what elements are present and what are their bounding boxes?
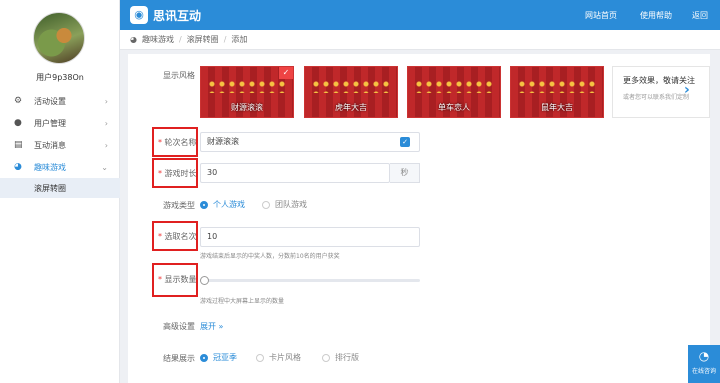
breadcrumb-item[interactable]: 滚屏转圈	[187, 34, 219, 45]
style-card[interactable]: 财源滚滚	[200, 66, 294, 118]
headset-icon: ◔	[698, 349, 710, 363]
style-label: 显示风格	[163, 71, 195, 80]
lantern-decoration	[414, 79, 494, 93]
radio-dot	[262, 200, 270, 209]
radio-dot	[200, 353, 208, 362]
radio-dot	[322, 353, 330, 362]
chevron-right-icon: ›	[104, 96, 108, 106]
radio-leaderboard[interactable]: 排行版	[322, 352, 359, 363]
home-icon[interactable]: ◕	[130, 35, 137, 44]
duration-unit: 秒	[390, 163, 420, 183]
style-card[interactable]: 鼠年大吉	[510, 66, 604, 118]
username: 用户9p38On	[36, 73, 84, 82]
sidebar-item-label: 趣味游戏	[34, 162, 66, 172]
more-desc: 或者您可以联系我们定制	[623, 94, 690, 101]
chevron-down-icon: ⌄	[101, 162, 108, 172]
message-icon: ▤	[14, 140, 23, 150]
radio-team-game[interactable]: 团队游戏	[262, 199, 307, 210]
slider-handle[interactable]	[200, 276, 209, 285]
online-consult-button[interactable]: ◔ 在线咨询	[688, 345, 720, 383]
radio-label: 个人游戏	[213, 200, 245, 209]
radio-label: 冠亚季	[213, 353, 237, 362]
breadcrumb-separator: /	[178, 35, 182, 44]
display-count-label: * 显示数量	[158, 275, 197, 284]
style-caption: 财源滚滚	[231, 103, 263, 112]
lantern-decoration	[207, 79, 287, 93]
sidebar-item-activity-settings[interactable]: ⚙ 活动设置 ›	[0, 90, 120, 112]
sidebar-item-label: 互动消息	[34, 140, 66, 150]
radio-personal-game[interactable]: 个人游戏	[200, 199, 245, 210]
help-link[interactable]: 使用帮助	[640, 10, 672, 21]
top-bar: ◉ 思讯互动 网站首页 使用帮助 返回	[120, 0, 720, 30]
sidebar-item-user-management[interactable]: ● 用户管理 ›	[0, 112, 120, 134]
sidebar-item-messages[interactable]: ▤ 互动消息 ›	[0, 134, 120, 156]
game-type-label: 游戏类型	[163, 201, 195, 210]
round-name-input[interactable]: 财源滚滚	[200, 132, 420, 152]
select-rank-input[interactable]: 10	[200, 227, 420, 247]
sidebar-subitem-scroll-circle[interactable]: 滚屏转圈	[0, 178, 120, 198]
radio-card-style[interactable]: 卡片风格	[256, 352, 301, 363]
radio-label: 卡片风格	[269, 353, 301, 362]
radio-label: 排行版	[335, 353, 359, 362]
advanced-label: 高级设置	[163, 322, 195, 331]
back-link[interactable]: 返回	[692, 10, 708, 21]
breadcrumb-separator: /	[223, 35, 227, 44]
lantern-decoration	[517, 79, 597, 93]
game-icon: ◕	[14, 162, 22, 172]
expand-link[interactable]: 展开 »	[200, 321, 223, 332]
style-card[interactable]: 单车恋人	[407, 66, 501, 118]
display-count-slider[interactable]	[204, 279, 420, 282]
radio-dot	[256, 353, 264, 362]
app-title: 思讯互动	[153, 9, 202, 23]
sidebar-item-games[interactable]: ◕ 趣味游戏 ⌄	[0, 156, 120, 178]
breadcrumb-item: 添加	[231, 35, 248, 44]
home-link[interactable]: 网站首页	[585, 10, 617, 21]
logo-icon: ◉	[130, 6, 148, 24]
duration-label: * 游戏时长	[158, 169, 197, 178]
style-card[interactable]: 虎年大吉	[304, 66, 398, 118]
chevron-right-icon: ›	[104, 118, 108, 128]
style-caption: 虎年大吉	[335, 103, 367, 112]
chevron-right-icon: ›	[104, 140, 108, 150]
radio-dot	[200, 200, 208, 209]
select-rank-label: * 选取名次	[158, 232, 197, 241]
breadcrumb: ◕ 趣味游戏 / 滚屏转圈 / 添加	[120, 30, 720, 50]
sidebar-item-label: 用户管理	[34, 118, 66, 128]
more-styles-card: 更多效果，敬请关注 或者您可以联系我们定制	[612, 66, 710, 118]
result-label: 结果展示	[163, 354, 195, 363]
chevron-right-icon[interactable]: ›	[684, 82, 690, 98]
breadcrumb-item[interactable]: 趣味游戏	[142, 34, 174, 45]
gear-icon: ⚙	[14, 96, 23, 106]
radio-champion[interactable]: 冠亚季	[200, 352, 237, 363]
style-caption: 鼠年大吉	[541, 103, 573, 112]
sidebar: 用户9p38On ⚙ 活动设置 › ● 用户管理 › ▤ 互动消息 › ◕ 趣味…	[0, 0, 120, 383]
avatar[interactable]	[33, 12, 85, 64]
round-name-label: * 轮次名称	[158, 138, 197, 147]
sidebar-item-label: 活动设置	[34, 96, 66, 106]
more-title: 更多效果，敬请关注	[623, 76, 695, 85]
form-panel: 显示风格 财源滚滚 虎年大吉 单车恋人 鼠年大吉 更多效果，敬请关注 或者您可以…	[128, 54, 710, 383]
radio-label: 团队游戏	[275, 200, 307, 209]
check-icon[interactable]: ✓	[400, 137, 410, 147]
online-consult-label: 在线咨询	[691, 368, 716, 375]
style-caption: 单车恋人	[438, 103, 470, 112]
user-icon: ●	[14, 118, 22, 128]
select-rank-hint: 游戏结束后显示的中奖人数，分数前10名的用户获奖	[200, 253, 340, 260]
lantern-decoration	[311, 79, 391, 93]
duration-input[interactable]: 30	[200, 163, 390, 183]
display-count-hint: 游戏过程中大屏幕上显示的数量	[200, 298, 285, 305]
